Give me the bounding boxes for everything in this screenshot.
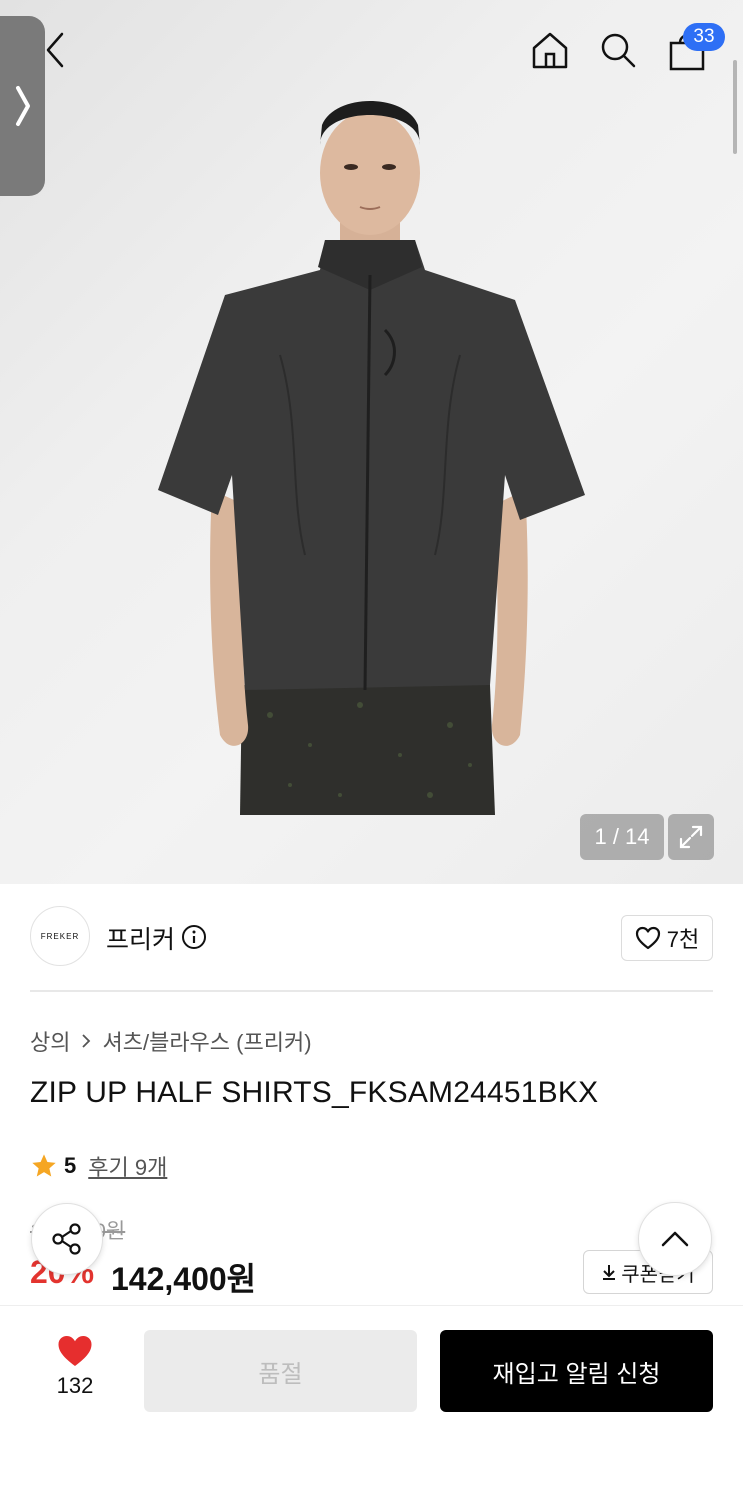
home-icon xyxy=(532,32,568,69)
share-icon xyxy=(52,1223,81,1255)
download-icon xyxy=(603,1265,616,1280)
star-icon xyxy=(32,1154,56,1177)
soldout-button[interactable]: 품절 xyxy=(144,1330,417,1412)
share-button[interactable] xyxy=(31,1203,103,1275)
product-rating[interactable]: 5 후기 9개 xyxy=(30,1150,167,1182)
brand-info-button[interactable] xyxy=(181,924,207,950)
breadcrumb-subcategory[interactable]: 셔츠/블라우스 (프리커) xyxy=(102,1025,311,1057)
breadcrumb: 상의 셔츠/블라우스 (프리커) xyxy=(30,1025,312,1057)
home-button[interactable] xyxy=(526,26,574,74)
chevron-left-icon xyxy=(46,32,64,68)
info-icon xyxy=(182,925,206,949)
brand-name[interactable]: 프리커 xyxy=(106,920,175,956)
brand-like-count: 7천 xyxy=(666,927,700,952)
divider xyxy=(30,990,713,992)
wishlist-count: 132 xyxy=(56,1373,94,1398)
scrollbar[interactable] xyxy=(733,60,737,154)
expand-icon xyxy=(679,825,703,849)
search-button[interactable] xyxy=(594,26,642,74)
chevron-right-icon xyxy=(15,86,30,126)
heart-icon xyxy=(58,1336,92,1366)
brand-logo-text: FREKER xyxy=(40,931,80,941)
chevron-right-icon xyxy=(82,1034,91,1048)
search-icon xyxy=(601,33,636,68)
scroll-to-top-button[interactable] xyxy=(638,1202,712,1276)
brand-logo[interactable]: FREKER xyxy=(30,906,90,966)
cart-count-badge: 33 xyxy=(683,23,725,51)
chevron-up-icon xyxy=(661,1231,689,1247)
heart-outline-icon xyxy=(635,926,660,950)
restock-alert-button[interactable]: 재입고 알림 신청 xyxy=(440,1330,713,1412)
expand-image-button[interactable] xyxy=(668,814,714,860)
wishlist-button[interactable]: 132 xyxy=(40,1333,110,1399)
review-count-link[interactable]: 후기 9개 xyxy=(88,1150,167,1182)
breadcrumb-category[interactable]: 상의 xyxy=(30,1025,70,1057)
rating-score: 5 xyxy=(64,1153,77,1178)
sale-price: 142,400원 xyxy=(111,1261,257,1297)
product-photo xyxy=(158,101,585,815)
image-page-counter: 1 / 14 xyxy=(580,814,664,860)
product-image-gallery[interactable]: 33 1 / 14 xyxy=(0,0,743,884)
brand-like-button[interactable]: 7천 xyxy=(621,915,713,961)
side-drawer-handle[interactable] xyxy=(0,16,45,196)
product-title: ZIP UP HALF SHIRTS_FKSAM24451BKX xyxy=(30,1076,599,1109)
